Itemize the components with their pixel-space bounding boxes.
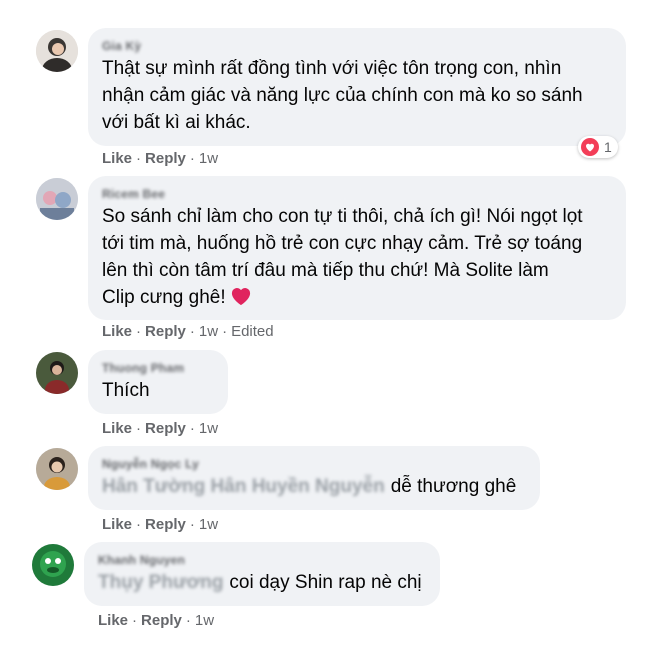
avatar[interactable] [36,448,78,490]
heart-reaction-icon [581,138,599,156]
like-button[interactable]: Like [102,516,132,533]
avatar[interactable] [36,352,78,394]
like-button[interactable]: Like [98,612,128,629]
reply-button[interactable]: Reply [145,420,186,437]
comment-text: Thật sự mình rất đồng tình với việc tôn … [102,58,583,133]
like-button[interactable]: Like [102,150,132,167]
comment-bubble: Thuong Pham Thích [88,350,228,414]
reaction-count: 1 [604,139,612,155]
comment-author[interactable]: Thuong Pham [102,360,214,376]
comment-timestamp[interactable]: 1w [199,150,218,167]
comment-author[interactable]: Nguyễn Ngọc Ly [102,456,526,472]
comment-actions: Like · Reply · 1w [98,612,215,629]
comment-bubble: Nguyễn Ngọc Ly Hân Tường Hân Huyền Nguyễ… [88,446,540,510]
mention-link[interactable]: Thụy Phương [98,572,223,593]
comment-actions: Like · Reply · 1w · Edited [102,323,274,340]
reply-button[interactable]: Reply [145,516,186,533]
reaction-summary[interactable]: 1 [578,136,618,158]
avatar[interactable] [32,544,74,586]
comment-timestamp[interactable]: 1w [199,420,218,437]
comment-actions: Like · Reply · 1w [102,420,219,437]
like-button[interactable]: Like [102,420,132,437]
comment-bubble: Gia Kỳ Thật sự mình rất đồng tình với vi… [88,28,626,146]
comment-actions: Like · Reply · 1w [102,150,219,167]
like-button[interactable]: Like [102,323,132,340]
comment-author[interactable]: Khanh Nguyen [98,552,426,568]
comment-text: Thích [102,380,150,401]
avatar[interactable] [36,178,78,220]
comment-text: Thụy Phương coi dạy Shin rap nè chị [98,572,422,593]
comment-timestamp[interactable]: 1w [199,516,218,533]
reply-button[interactable]: Reply [141,612,182,629]
reply-button[interactable]: Reply [145,150,186,167]
comment-timestamp[interactable]: 1w [195,612,214,629]
mention-link[interactable]: Hân Tường Hân Huyền Nguyễn [102,476,385,497]
comment-bubble: Khanh Nguyen Thụy Phương coi dạy Shin rap… [84,542,440,606]
comment-timestamp[interactable]: 1w [199,323,218,340]
red-heart-icon [230,286,252,314]
comment-text: So sánh chỉ làm cho con tự ti thôi, chả … [102,203,612,314]
comment-author[interactable]: Ricem Bee [102,186,612,202]
comment-actions: Like · Reply · 1w [102,516,219,533]
avatar[interactable] [36,30,78,72]
reply-button[interactable]: Reply [145,323,186,340]
comment-author[interactable]: Gia Kỳ [102,38,612,54]
comment-text: Hân Tường Hân Huyền Nguyễn dễ thương ghê [102,476,517,497]
edited-label: Edited [231,323,274,340]
comment-bubble: Ricem Bee So sánh chỉ làm cho con tự ti … [88,176,626,320]
